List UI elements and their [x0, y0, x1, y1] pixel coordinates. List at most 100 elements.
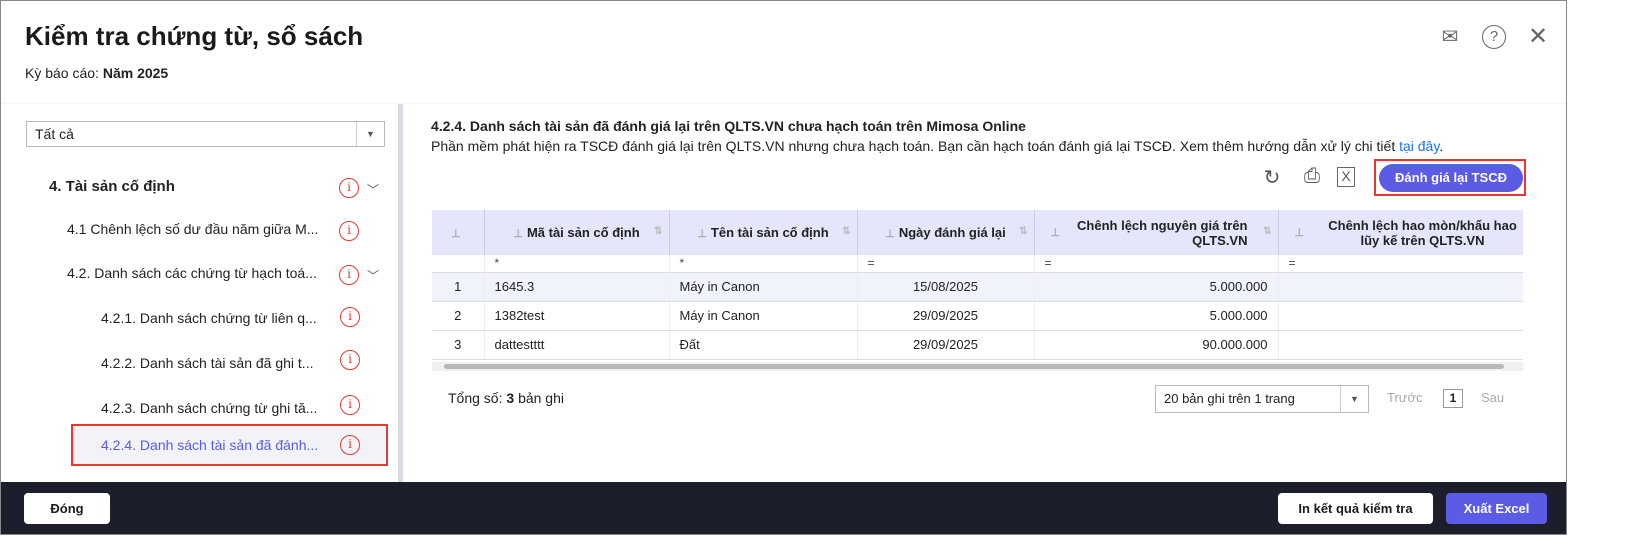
- guide-link[interactable]: tại đây: [1399, 138, 1439, 154]
- cost-difference: 5.000.000: [1034, 301, 1279, 331]
- depreciation-difference: [1278, 301, 1523, 331]
- revaluation-date: 15/08/2025: [857, 272, 1035, 302]
- info-icon[interactable]: i: [340, 307, 360, 327]
- pin-icon[interactable]: ⊥: [1051, 226, 1061, 239]
- next-page-button[interactable]: Sau: [1481, 390, 1504, 405]
- column-label: Mã tài sản cố định: [526, 225, 640, 240]
- asset-code: 1382test: [484, 301, 670, 331]
- tree-item-4-2-3[interactable]: 4.2.3. Danh sách chứng từ ghi tă...: [101, 400, 317, 416]
- filter-cell: [432, 255, 485, 273]
- page-number[interactable]: 1: [1443, 389, 1463, 408]
- depreciation-difference: [1278, 330, 1523, 360]
- asset-name: Máy in Canon: [669, 272, 858, 302]
- table-header: ⊥ ⊥ Mã tài sản cố định ⇅ ⊥ Tên tài sản cố đ…: [432, 210, 1523, 255]
- row-number: 3: [432, 330, 485, 360]
- description-text: Phần mềm phát hiện ra TSCĐ đánh giá lại …: [431, 138, 1400, 154]
- horizontal-scrollbar[interactable]: [432, 362, 1523, 371]
- tree-item-4-2-4[interactable]: 4.2.4. Danh sách tài sản đã đánh...: [101, 437, 318, 453]
- info-icon[interactable]: i: [340, 350, 360, 370]
- table-row[interactable]: 3 dattestttt Đất 29/09/2025 90.000.000: [432, 330, 1523, 360]
- dropdown-arrow-icon[interactable]: ▼: [356, 122, 384, 146]
- pin-column-header[interactable]: ⊥: [432, 210, 485, 255]
- dialog-footer: Đóng In kết quả kiểm tra Xuất Excel: [1, 482, 1566, 534]
- print-icon[interactable]: ⎙: [1299, 165, 1325, 188]
- tree-item-4[interactable]: 4. Tài sản cố định: [49, 178, 175, 195]
- filter-row: * * = = =: [432, 255, 1523, 273]
- filter-input[interactable]: =: [1278, 255, 1523, 273]
- total-label: Tổng số:: [448, 390, 503, 406]
- pin-icon[interactable]: ⊥: [513, 228, 523, 240]
- filter-input[interactable]: =: [857, 255, 1035, 273]
- excel-icon[interactable]: X: [1337, 167, 1355, 187]
- info-icon[interactable]: i: [339, 178, 359, 198]
- info-icon[interactable]: i: [340, 395, 360, 415]
- pin-icon[interactable]: ⊥: [697, 228, 707, 240]
- print-result-button[interactable]: In kết quả kiểm tra: [1278, 493, 1433, 524]
- info-icon[interactable]: i: [339, 221, 359, 241]
- column-header[interactable]: ⊥ Chênh lệch nguyên giá trên QLTS.VN ⇅: [1034, 210, 1279, 255]
- filter-input[interactable]: =: [1034, 255, 1279, 273]
- mail-forward-icon[interactable]: ✉: [1438, 25, 1462, 49]
- dialog-header: Kiểm tra chứng từ, sổ sách Kỳ báo cáo: N…: [1, 1, 1566, 103]
- data-grid: ⊥ ⊥ Mã tài sản cố định ⇅ ⊥ Tên tài sản cố đ…: [432, 210, 1523, 362]
- sidebar-filter-select[interactable]: Tất cả ▼: [26, 121, 385, 147]
- pin-icon[interactable]: ⊥: [451, 228, 461, 240]
- filter-input[interactable]: *: [669, 255, 858, 273]
- row-number: 2: [432, 301, 485, 331]
- asset-name: Đất: [669, 330, 858, 360]
- table-row[interactable]: 1 1645.3 Máy in Canon 15/08/2025 5.000.0…: [432, 272, 1523, 302]
- prev-page-button[interactable]: Trước: [1387, 390, 1423, 405]
- period-label: Kỳ báo cáo:: [25, 65, 99, 81]
- column-header[interactable]: ⊥ Chênh lệch hao mòn/khấu hao lũy kế trên…: [1278, 210, 1523, 255]
- depreciation-difference: [1278, 272, 1523, 302]
- column-header[interactable]: ⊥ Tên tài sản cố định ⇅: [669, 210, 858, 255]
- chevron-down-icon[interactable]: ﹀: [367, 267, 379, 284]
- cost-difference: 5.000.000: [1034, 272, 1279, 302]
- export-excel-button[interactable]: Xuất Excel: [1446, 493, 1547, 524]
- period-value: Năm 2025: [102, 65, 169, 81]
- dialog: Kiểm tra chứng từ, sổ sách Kỳ báo cáo: N…: [0, 0, 1567, 535]
- revaluation-date: 29/09/2025: [857, 301, 1035, 331]
- column-label: Chênh lệch nguyên giá trên QLTS.VN: [1077, 217, 1248, 248]
- page-size-select[interactable]: 20 bản ghi trên 1 trang ▼: [1155, 385, 1369, 413]
- dropdown-arrow-icon[interactable]: ▼: [1340, 386, 1368, 412]
- info-icon[interactable]: i: [339, 265, 359, 285]
- page-size-value: 20 bản ghi trên 1 trang: [1164, 391, 1295, 406]
- tree-item-4-2-2[interactable]: 4.2.2. Danh sách tài sản đã ghi t...: [101, 355, 313, 371]
- column-label: Ngày đánh giá lại: [898, 225, 1006, 240]
- cost-difference: 90.000.000: [1034, 330, 1279, 360]
- chevron-down-icon[interactable]: ﹀: [367, 181, 379, 198]
- close-button[interactable]: Đóng: [24, 493, 110, 524]
- dialog-title: Kiểm tra chứng từ, sổ sách: [25, 21, 364, 51]
- sort-icon[interactable]: ⇅: [842, 226, 850, 237]
- tree-item-4-2[interactable]: 4.2. Danh sách các chứng từ hạch toá...: [67, 265, 317, 281]
- tree-item-4-1[interactable]: 4.1 Chênh lệch số dư đầu năm giữa M...: [67, 221, 318, 237]
- column-header[interactable]: ⊥ Mã tài sản cố định ⇅: [484, 210, 670, 255]
- column-header[interactable]: ⊥ Ngày đánh giá lại ⇅: [857, 210, 1035, 255]
- refresh-icon[interactable]: ↻: [1259, 165, 1285, 190]
- total-count: 3: [506, 390, 515, 406]
- table-row[interactable]: 2 1382test Máy in Canon 29/09/2025 5.000…: [432, 301, 1523, 331]
- asset-name: Máy in Canon: [669, 301, 858, 331]
- tree-item-4-2-1[interactable]: 4.2.1. Danh sách chứng từ liên q...: [101, 310, 317, 326]
- total-records: Tổng số: 3 bản ghi: [448, 390, 564, 406]
- pin-icon[interactable]: ⊥: [1295, 226, 1305, 239]
- section-title: 4.2.4. Danh sách tài sản đã đánh giá lại…: [431, 118, 1026, 134]
- filter-value: Tất cả: [35, 126, 74, 142]
- column-label: Tên tài sản cố định: [710, 225, 829, 240]
- scrollbar-thumb[interactable]: [444, 364, 1504, 369]
- asset-code: dattestttt: [484, 330, 670, 360]
- close-icon[interactable]: ✕: [1526, 25, 1550, 49]
- help-icon[interactable]: ?: [1482, 25, 1506, 49]
- total-suffix: bản ghi: [518, 390, 564, 406]
- revaluation-date: 29/09/2025: [857, 330, 1035, 360]
- sort-icon[interactable]: ⇅: [1019, 226, 1027, 237]
- filter-input[interactable]: *: [484, 255, 670, 273]
- asset-code: 1645.3: [484, 272, 670, 302]
- pin-icon[interactable]: ⊥: [885, 228, 895, 240]
- sort-icon[interactable]: ⇅: [1263, 226, 1271, 237]
- section-description: Phần mềm phát hiện ra TSCĐ đánh giá lại …: [431, 138, 1444, 154]
- revalue-asset-button[interactable]: Đánh giá lại TSCĐ: [1379, 164, 1523, 192]
- info-icon[interactable]: i: [340, 435, 360, 455]
- sort-icon[interactable]: ⇅: [654, 226, 662, 237]
